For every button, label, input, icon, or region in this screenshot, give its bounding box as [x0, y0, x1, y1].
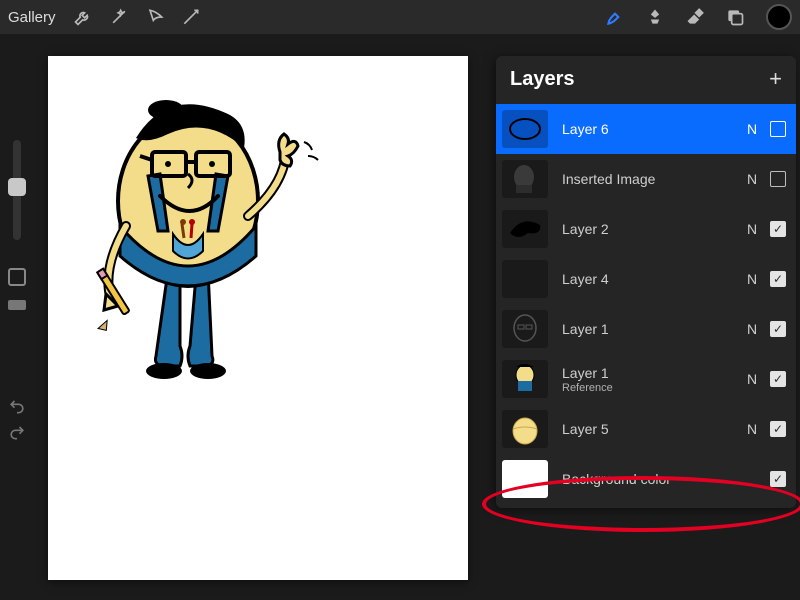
layer-thumbnail — [502, 360, 548, 398]
modifier-button[interactable] — [8, 268, 26, 286]
visibility-checkbox[interactable] — [770, 371, 786, 387]
wand-icon[interactable] — [106, 4, 132, 30]
blend-mode-button[interactable]: N — [744, 321, 760, 337]
visibility-checkbox[interactable] — [770, 171, 786, 187]
layer-row-background[interactable]: Background color — [496, 454, 796, 504]
blend-mode-button[interactable]: N — [744, 121, 760, 137]
brush-icon[interactable] — [602, 4, 628, 30]
layer-thumbnail — [502, 460, 548, 498]
layers-list: Layer 6NInserted ImageNLayer 2NLayer 4NL… — [496, 104, 796, 504]
layer-thumbnail — [502, 210, 548, 248]
layer-row[interactable]: Layer 4N — [496, 254, 796, 304]
layer-thumbnail — [502, 160, 548, 198]
redo-button[interactable] — [7, 422, 27, 442]
visibility-checkbox[interactable] — [770, 421, 786, 437]
layer-thumbnail — [502, 260, 548, 298]
top-toolbar: Gallery — [0, 0, 800, 34]
blend-mode-button[interactable]: N — [744, 221, 760, 237]
brush-size-slider[interactable] — [13, 140, 21, 240]
layer-name-label: Layer 4 — [562, 271, 744, 287]
layers-panel: Layers + Layer 6NInserted ImageNLayer 2N… — [496, 56, 796, 508]
layer-row[interactable]: Layer 6N — [496, 104, 796, 154]
undo-button[interactable] — [7, 396, 27, 416]
layers-panel-title: Layers — [510, 68, 575, 91]
layer-row[interactable]: Layer 5N — [496, 404, 796, 454]
layer-row[interactable]: Layer 2N — [496, 204, 796, 254]
visibility-checkbox[interactable] — [770, 471, 786, 487]
layer-name-label: Layer 6 — [562, 121, 744, 137]
layer-name-label: Background color — [562, 471, 744, 487]
visibility-checkbox[interactable] — [770, 221, 786, 237]
visibility-checkbox[interactable] — [770, 321, 786, 337]
layer-thumbnail — [502, 110, 548, 148]
layer-name-label: Layer 1Reference — [562, 365, 744, 394]
move-icon[interactable] — [178, 4, 204, 30]
add-layer-button[interactable]: + — [769, 66, 782, 92]
layer-name-label: Layer 5 — [562, 421, 744, 437]
visibility-checkbox[interactable] — [770, 121, 786, 137]
blend-mode-button[interactable]: N — [744, 371, 760, 387]
gallery-button[interactable]: Gallery — [8, 9, 56, 26]
layers-panel-header: Layers + — [496, 56, 796, 104]
layer-thumbnail — [502, 410, 548, 448]
layers-icon[interactable] — [722, 4, 748, 30]
blend-mode-button[interactable]: N — [744, 171, 760, 187]
blend-mode-button[interactable]: N — [744, 271, 760, 287]
layer-thumbnail — [502, 310, 548, 348]
layer-row[interactable]: Layer 1N — [496, 304, 796, 354]
canvas[interactable] — [48, 56, 468, 580]
artwork — [48, 56, 468, 580]
wrench-icon[interactable] — [70, 4, 96, 30]
layer-row[interactable]: Inserted ImageN — [496, 154, 796, 204]
layer-name-label: Layer 2 — [562, 221, 744, 237]
layer-subtitle: Reference — [562, 382, 744, 394]
selection-icon[interactable] — [142, 4, 168, 30]
slider-thumb[interactable] — [8, 178, 26, 196]
eraser-icon[interactable] — [682, 4, 708, 30]
layer-name-label: Layer 1 — [562, 321, 744, 337]
left-sidebar — [0, 140, 34, 442]
opacity-slider[interactable] — [8, 300, 26, 310]
app-root: Gallery — [0, 0, 800, 600]
color-swatch[interactable] — [766, 4, 792, 30]
visibility-checkbox[interactable] — [770, 271, 786, 287]
layer-name-label: Inserted Image — [562, 171, 744, 187]
smudge-icon[interactable] — [642, 4, 668, 30]
blend-mode-button[interactable]: N — [744, 421, 760, 437]
layer-row[interactable]: Layer 1ReferenceN — [496, 354, 796, 404]
